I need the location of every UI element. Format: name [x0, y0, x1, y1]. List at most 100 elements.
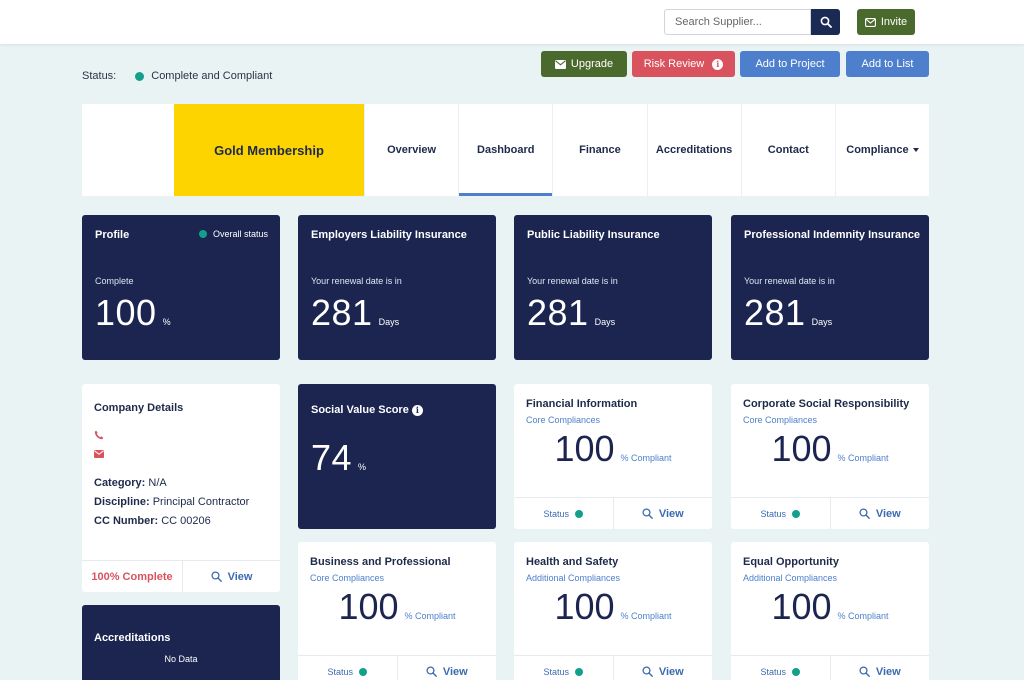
add-to-project-label: Add to Project	[755, 58, 825, 70]
info-icon: i	[712, 58, 724, 70]
compliance-unit: % Compliant	[837, 611, 889, 621]
company-details-card: Company Details Category: N/A Discipline…	[82, 384, 280, 592]
tab-label: Finance	[579, 144, 621, 156]
company-details-title: Company Details	[94, 402, 184, 414]
compliance-unit: % Compliant	[620, 453, 672, 463]
tab-accreditations[interactable]: Accreditations	[646, 104, 741, 196]
insurance-card-public: Public Liability Insurance Your renewal …	[514, 215, 712, 360]
add-to-list-button[interactable]: Add to List	[846, 51, 929, 77]
compliance-value: 100	[338, 586, 399, 627]
social-value-title-text: Social Value Score	[311, 404, 409, 416]
compliance-view-button[interactable]: View	[829, 498, 930, 529]
magnifier-icon	[211, 571, 222, 582]
insurance-title: Public Liability Insurance	[527, 229, 660, 241]
tab-overview[interactable]: Overview	[364, 104, 458, 196]
social-value: 74	[311, 437, 353, 478]
social-value-title: Social Value Score i	[311, 404, 423, 416]
compliance-unit: % Compliant	[620, 611, 672, 621]
tab-label: Dashboard	[477, 144, 535, 156]
magnifier-icon	[859, 666, 870, 677]
compliance-view-button[interactable]: View	[396, 656, 497, 680]
accreditations-card: Accreditations No Data	[82, 605, 280, 680]
insurance-card-professional: Professional Indemnity Insurance Your re…	[731, 215, 929, 360]
compliance-value: 100	[771, 428, 832, 469]
compliance-view-button[interactable]: View	[829, 656, 930, 680]
accreditations-title: Accreditations	[94, 632, 171, 644]
magnifier-icon	[426, 666, 437, 677]
compliance-view-button[interactable]: View	[612, 656, 713, 680]
compliance-value: 100	[771, 586, 832, 627]
tab-dashboard[interactable]: Dashboard	[458, 104, 553, 196]
insurance-value: 281	[527, 292, 589, 333]
compliance-card-csr: Corporate Social Responsibility Core Com…	[731, 384, 929, 529]
magnifier-icon	[859, 508, 870, 519]
search-button[interactable]	[811, 9, 840, 35]
discipline-label: Discipline:	[94, 496, 150, 508]
company-view-button[interactable]: View	[182, 561, 280, 592]
search-icon	[820, 16, 832, 28]
compliance-value: 100	[554, 428, 615, 469]
tab-finance[interactable]: Finance	[552, 104, 646, 196]
insurance-value: 281	[744, 292, 806, 333]
compliance-view-button[interactable]: View	[612, 498, 713, 529]
search-supplier-input[interactable]	[664, 9, 811, 35]
compliance-sub: Additional Compliances	[526, 573, 621, 583]
insurance-value-row: 281 Days	[744, 295, 832, 331]
view-label: View	[658, 507, 684, 520]
envelope-icon[interactable]	[94, 450, 104, 458]
compliance-title: Financial Information	[526, 398, 638, 410]
status-dot	[575, 667, 583, 676]
compliance-title: Business and Professional	[310, 556, 451, 568]
risk-review-button[interactable]: Risk Review i	[632, 51, 735, 77]
compliance-title: Health and Safety	[526, 556, 619, 568]
insurance-title: Professional Indemnity Insurance	[744, 229, 921, 241]
tab-contact[interactable]: Contact	[740, 104, 835, 196]
compliance-card-health-safety: Health and Safety Additional Compliances…	[514, 542, 712, 680]
status-dot	[575, 509, 583, 518]
tab-compliance-dropdown[interactable]: Compliance	[834, 104, 929, 196]
insurance-unit: Days	[811, 317, 833, 327]
compliance-card-financial: Financial Information Core Compliances 1…	[514, 384, 712, 529]
compliance-card-business: Business and Professional Core Complianc…	[298, 542, 496, 680]
phone-icon[interactable]	[94, 430, 104, 440]
status-label: Status:	[82, 70, 117, 82]
upgrade-button[interactable]: Upgrade	[541, 51, 627, 77]
tab-label: Compliance	[846, 144, 909, 156]
logo-placeholder	[82, 104, 174, 196]
discipline-value: Principal Contractor	[152, 496, 250, 508]
status-text: Status	[327, 666, 353, 677]
envelope-icon	[554, 59, 566, 69]
compliance-unit: % Compliant	[404, 611, 456, 621]
overall-status-label: Overall status	[212, 229, 268, 239]
compliance-status: Status	[731, 656, 830, 680]
profile-unit: %	[162, 317, 171, 327]
invite-button[interactable]: Invite	[857, 9, 915, 35]
compliance-sub: Core Compliances	[526, 415, 601, 425]
profile-title: Profile	[95, 229, 130, 241]
compliance-title: Corporate Social Responsibility	[743, 398, 910, 410]
insurance-unit: Days	[594, 317, 616, 327]
compliance-status: Status	[731, 498, 830, 529]
overall-status-dot	[198, 230, 207, 238]
add-to-project-button[interactable]: Add to Project	[740, 51, 840, 77]
insurance-sub: Your renewal date is in	[744, 276, 835, 286]
tab-bar: Gold Membership Overview Dashboard Finan…	[82, 104, 929, 196]
compliance-value-row: 100 % Compliant	[298, 589, 496, 625]
insurance-value-row: 281 Days	[527, 295, 615, 331]
profile-sub: Complete	[95, 276, 134, 286]
social-value-card: Social Value Score i 74%	[298, 384, 496, 529]
profile-value: 100	[95, 292, 157, 333]
social-value-row: 74%	[311, 440, 366, 476]
upgrade-label: Upgrade	[570, 58, 614, 70]
cc-label: CC Number:	[94, 515, 159, 527]
info-icon[interactable]: i	[411, 404, 423, 416]
view-label: View	[875, 665, 901, 678]
insurance-sub: Your renewal date is in	[311, 276, 402, 286]
status-value: Complete and Compliant	[151, 70, 273, 82]
insurance-value-row: 281 Days	[311, 295, 399, 331]
status-dot	[359, 667, 367, 676]
accreditations-empty: No Data	[164, 654, 198, 664]
compliance-status: Status	[514, 498, 613, 529]
tab-label: Accreditations	[655, 144, 733, 156]
compliance-unit: % Compliant	[837, 453, 889, 463]
